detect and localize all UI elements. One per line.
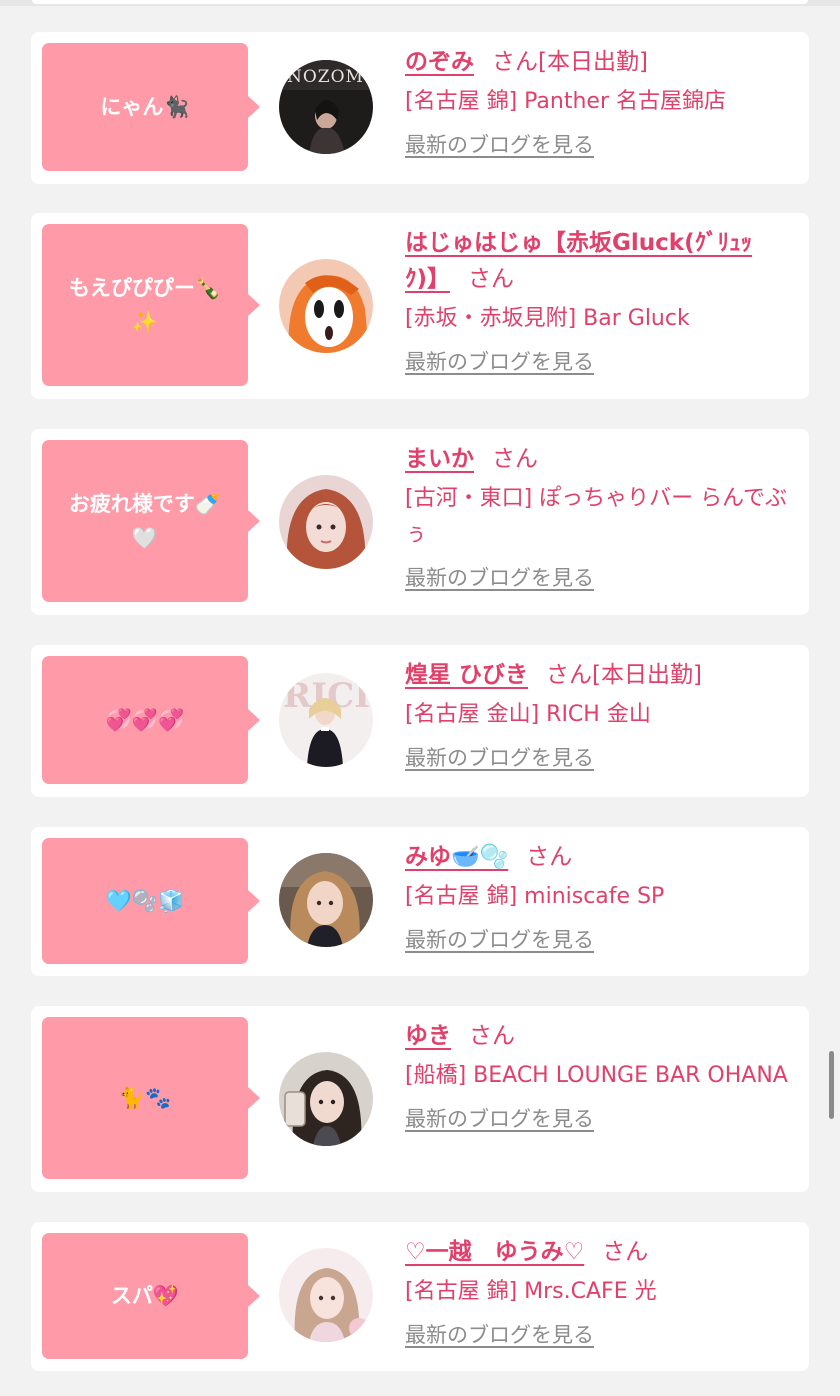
honorific: さん [546,662,593,688]
name-line: まいか さん [405,441,790,477]
latest-blog-link[interactable]: 最新のブログを見る [405,563,594,593]
honorific: さん [526,844,573,870]
shop-name: [名古屋 錦] Panther 名古屋錦店 [405,89,726,114]
cast-name-link[interactable]: のぞみ [405,49,474,75]
shop-name: [名古屋 錦] miniscafe SP [405,884,665,909]
comment-bubble: 🐈🐾 [42,1017,260,1179]
avatar[interactable]: NOZOM [279,60,373,154]
name-line: みゆ🥣🫧 さん [405,839,790,875]
cast-info: 煌星 ひびき さん[本日出勤] [名古屋 金山] RICH 金山 最新のブログを見… [405,657,790,773]
avatar[interactable] [279,1248,373,1342]
cast-card: お疲れ様です🍼🤍 まいか さん [古河・東口] ぽっちゃりバー らんでぶぅ 最新の… [31,429,809,615]
cast-info: ゆき さん [船橋] BEACH LOUNGE BAR OHANA 最新のブログを… [405,1018,790,1134]
name-line: ♡一越 ゆうみ♡ さん [405,1234,790,1270]
name-line: はじゅはじゅ【赤坂Gluck(ｸﾞﾘｭｯｸ)】 さん [405,225,775,297]
comment-bubble: 💞💞💞 [42,656,260,784]
latest-blog-link[interactable]: 最新のブログを見る [405,1320,594,1350]
honorific: さん [492,446,538,472]
shop-name: [古河・東口] ぽっちゃりバー らんでぶぅ [405,486,788,547]
comment-bubble: もえぴぴぴー🍾✨ [42,224,260,386]
comment-text: お疲れ様です🍼🤍 [68,492,222,550]
latest-blog-link[interactable]: 最新のブログを見る [405,1104,594,1134]
latest-blog-link[interactable]: 最新のブログを見る [405,925,594,955]
comment-text: もえぴぴぴー🍾✨ [68,276,222,334]
latest-blog-link[interactable]: 最新のブログを見る [405,743,594,773]
cast-info: みゆ🥣🫧 さん [名古屋 錦] miniscafe SP 最新のブログを見る [405,839,790,955]
shop-name: [赤坂・赤坂見附] Bar Gluck [405,306,690,331]
honorific: さん [469,1023,515,1049]
name-line: ゆき さん [405,1018,790,1054]
cast-info: のぞみ さん[本日出勤] [名古屋 錦] Panther 名古屋錦店 最新のブログ… [405,44,790,160]
cast-info: まいか さん [古河・東口] ぽっちゃりバー らんでぶぅ 最新のブログを見る [405,441,790,593]
cast-card: 🩵🫧🧊 みゆ🥣🫧 さん [名古屋 錦] miniscafe SP 最新のブログを見… [31,827,809,976]
cast-name-link[interactable]: はじゅはじゅ【赤坂Gluck(ｸﾞﾘｭｯｸ)】 [405,230,752,292]
latest-blog-link[interactable]: 最新のブログを見る [405,347,594,377]
cast-card: もえぴぴぴー🍾✨ はじゅはじゅ【赤坂Gluck(ｸﾞﾘｭｯｸ)】 さん [赤坂・赤… [31,213,809,399]
cast-card: 💞💞💞 RICH 煌星 ひびき さん[本日出勤] [名古屋 金山] RICH 金山… [31,645,809,797]
avatar[interactable] [279,259,373,353]
honorific: さん [602,1239,649,1265]
comment-bubble: スパ💖 [42,1233,260,1359]
cast-name-link[interactable]: まいか [405,446,474,472]
comment-text: にゃん🐈‍⬛ [100,95,190,119]
avatar[interactable]: RICH [279,673,373,767]
honorific: さん [492,49,538,75]
comment-text: 🩵🫧🧊 [105,889,185,913]
cast-info: ♡一越 ゆうみ♡ さん [名古屋 錦] Mrs.CAFE 光 最新のブログを見る [405,1234,790,1350]
shop-name: [名古屋 錦] Mrs.CAFE 光 [405,1279,657,1304]
avatar[interactable] [279,853,373,947]
comment-bubble: お疲れ様です🍼🤍 [42,440,260,602]
avatar[interactable] [279,475,373,569]
comment-bubble: 🩵🫧🧊 [42,838,260,964]
comment-text: スパ💖 [110,1284,180,1308]
svg-text:NOZOM: NOZOM [287,67,364,87]
scrollbar-thumb[interactable] [829,1051,834,1119]
status-badge: [本日出勤] [592,662,702,688]
latest-blog-link[interactable]: 最新のブログを見る [405,130,594,160]
shop-name: [名古屋 金山] RICH 金山 [405,702,651,727]
comment-text: 🐈🐾 [118,1086,172,1110]
status-badge: [本日出勤] [538,49,648,75]
name-line: 煌星 ひびき さん[本日出勤] [405,657,790,693]
cast-card: スパ💖 ♡一越 ゆうみ♡ さん [名古屋 錦] Mrs.CAFE 光 最新のブログ… [31,1222,809,1371]
cast-blog-list: にゃん🐈‍⬛ NOZOM のぞみ さん[本日出勤] [名古屋 錦] Panther… [0,0,840,1396]
honorific: さん [468,266,515,292]
cast-card: 🐈🐾 ゆき さん [船橋] BEACH LOUNGE BAR OHANA 最新のブ… [31,1006,809,1192]
shop-name: [船橋] BEACH LOUNGE BAR OHANA [405,1063,788,1088]
name-line: のぞみ さん[本日出勤] [405,44,790,80]
cast-info: はじゅはじゅ【赤坂Gluck(ｸﾞﾘｭｯｸ)】 さん [赤坂・赤坂見附] Bar … [405,225,790,377]
cast-card: にゃん🐈‍⬛ NOZOM のぞみ さん[本日出勤] [名古屋 錦] Panther… [31,32,809,184]
cast-name-link[interactable]: 煌星 ひびき [405,662,528,688]
cast-name-link[interactable]: ♡一越 ゆうみ♡ [405,1239,584,1265]
cast-name-link[interactable]: ゆき [405,1023,451,1049]
cast-name-link[interactable]: みゆ🥣🫧 [405,844,508,870]
avatar[interactable] [279,1052,373,1146]
comment-bubble: にゃん🐈‍⬛ [42,43,260,171]
comment-text: 💞💞💞 [105,708,185,732]
